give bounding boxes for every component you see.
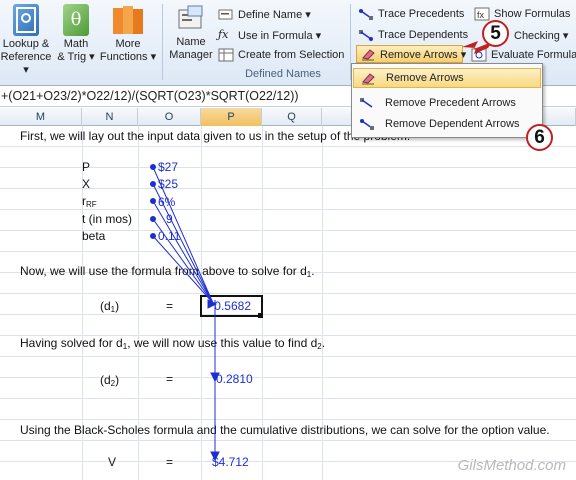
step-5-callout: 5 — [482, 20, 509, 47]
step-6-callout: 6 — [526, 124, 553, 151]
watermark: GilsMethod.com — [457, 457, 566, 474]
callout-arrow — [462, 41, 492, 54]
